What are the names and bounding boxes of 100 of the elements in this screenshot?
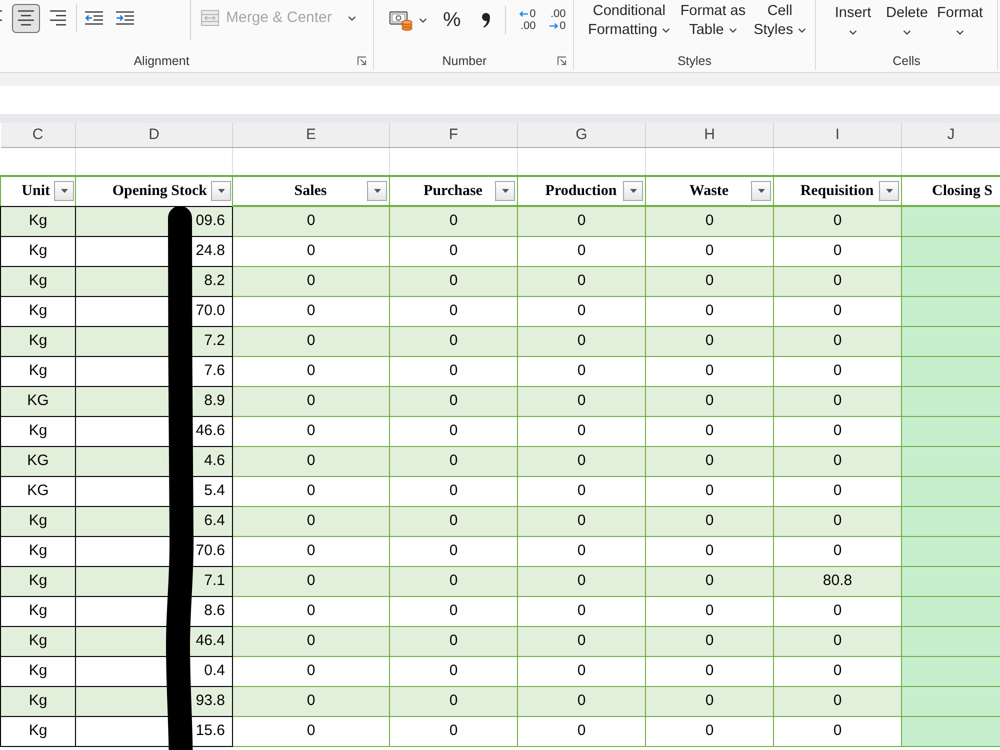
filter-button[interactable] [879,181,899,201]
table-cell: Kg [0,506,76,536]
column-header: Opening Stock [112,182,207,201]
table-cell: 0 [390,566,518,596]
increase-indent-icon [116,10,134,26]
table-cell: 7.6 [76,356,232,386]
merge-cells-icon [201,10,219,26]
table-cell: 0 [646,596,774,626]
table-cell: 0 [232,356,390,386]
table-cell: 24.8 [76,236,232,266]
table-cell: Kg [0,716,76,746]
table-cell: Kg [0,656,76,686]
column-letter[interactable]: H [646,123,774,147]
column-letter[interactable]: D [76,123,232,147]
table-cell: 0 [774,266,902,296]
decrease-decimal-button[interactable]: .00 0 [540,6,566,34]
table-cell: 0 [518,596,646,626]
table-cell: 0 [232,686,390,716]
table-cell: 0 [646,476,774,506]
left-arrow-icon [518,11,529,17]
table-cell: 0 [232,536,390,566]
table-cell: Kg [0,536,76,566]
table-cell: 0 [646,296,774,326]
dialog-launcher-button[interactable] [355,54,369,68]
column-header: Requisition [799,182,875,201]
table-cell: 70.0 [76,296,232,326]
column-letter[interactable]: F [390,123,518,147]
filter-button[interactable] [211,181,231,202]
table-cell: 0 [774,596,902,626]
dialog-launcher-icon [357,56,367,66]
table-cell: 0 [390,626,518,656]
table-cell: 0 [646,656,774,686]
table-cell: Kg [0,596,76,626]
dropdown-triangle-icon [758,189,764,193]
cells-dropdown-button[interactable]: Insert [827,0,879,35]
table-cell: 0 [518,686,646,716]
styles-dropdown-button[interactable]: Conditional Formatting [584,0,674,40]
cells-dropdown-button[interactable]: Format [934,0,986,35]
table-cell: 0 [774,386,902,416]
column-letter[interactable]: J [902,123,1000,147]
banknote-coins-icon [389,9,413,31]
align-center-button[interactable] [12,4,40,32]
table-cell: 0 [518,446,646,476]
table-cell: 0 [646,716,774,746]
column-header: Unit [22,182,50,201]
table-cell: Kg [0,356,76,386]
styles-dropdown-button[interactable]: Format as Table [676,0,750,40]
dropdown-triangle-icon [886,189,892,193]
table-cell: 0 [390,416,518,446]
table-cell: 0 [390,716,518,746]
table-cell: 0 [232,446,390,476]
filter-button[interactable] [751,181,771,201]
comma-icon [480,12,491,28]
table-cell: 0 [390,536,518,566]
dialog-launcher-button[interactable] [555,54,569,68]
column-letter[interactable]: G [518,123,646,147]
table-cell: 46.6 [76,416,232,446]
table-cell: 0 [232,506,390,536]
caret-icon [798,28,806,33]
dropdown-triangle-icon [374,189,380,193]
table-cell: 0 [390,326,518,356]
table-cell: 0 [390,446,518,476]
table-cell: 0 [518,326,646,356]
column-letter[interactable]: I [774,123,902,147]
table-cell: 0 [390,686,518,716]
column-letter[interactable]: E [232,123,390,147]
table-cell: 0 [646,416,774,446]
table-cell: Kg [0,326,76,356]
table-cell: 0 [232,416,390,446]
table-cell: Kg [0,416,76,446]
percent-style-button[interactable]: % [439,6,465,34]
column-header: Purchase [422,182,484,201]
table-cell: 0 [390,656,518,686]
table-cell: 0 [518,716,646,746]
table-cell: 0 [646,206,774,236]
table-cell: Kg [0,266,76,296]
table-cell: 0 [518,476,646,506]
caret-icon [849,30,857,35]
table-cell: 0 [390,596,518,626]
filter-button[interactable] [367,181,387,201]
column-header: Closing S [932,182,992,199]
table-cell: 0 [774,206,902,236]
dropdown-triangle-icon [630,189,636,193]
table-cell: 0 [646,566,774,596]
group-label: Styles [676,53,713,70]
table-cell: 0 [518,506,646,536]
table-cell: 0 [646,506,774,536]
table-cell: 0 [232,326,390,356]
filter-button[interactable] [495,181,515,201]
increase-decimal-button[interactable]: 0 .00 [510,6,536,34]
filter-button[interactable] [623,181,643,201]
table-cell: 0 [646,446,774,476]
column-letter[interactable]: C [0,123,76,147]
table-cell: 0 [518,206,646,236]
table-cell: 0 [774,416,902,446]
caret-icon [956,30,964,35]
filter-button[interactable] [54,181,74,202]
cells-dropdown-button[interactable]: Delete [881,0,933,35]
table-cell: 0 [646,386,774,416]
styles-dropdown-button[interactable]: Cell Styles [750,0,810,40]
